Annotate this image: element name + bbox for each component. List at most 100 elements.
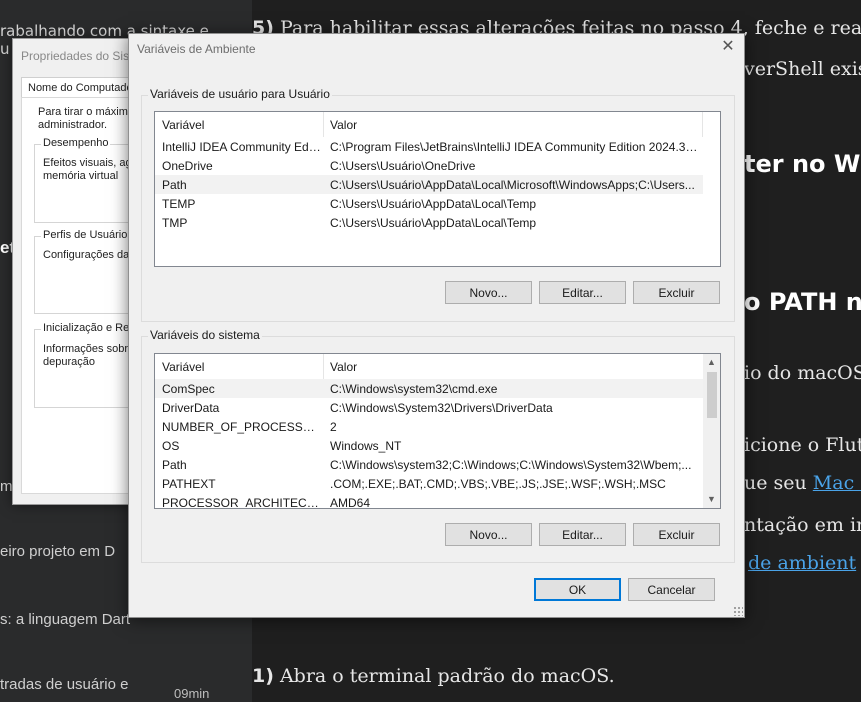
tab-computer-name[interactable]: Nome do Computador bbox=[21, 77, 143, 98]
variable-name: Path bbox=[162, 458, 187, 472]
table-row[interactable]: NUMBER_OF_PROCESSORS 2 bbox=[155, 417, 703, 436]
variable-name: TMP bbox=[162, 216, 188, 230]
variable-value: C:\Windows\system32;C:\Windows;C:\Window… bbox=[330, 458, 692, 472]
table-row-selected[interactable]: ComSpec C:\Windows\system32\cmd.exe bbox=[155, 379, 703, 398]
dialog-title: Propriedades do Sistema bbox=[21, 49, 144, 63]
column-separator[interactable] bbox=[323, 354, 324, 379]
step-text: Abra o terminal padrão do macOS. bbox=[273, 665, 615, 687]
article-step1: 1) Abra o terminal padrão do macOS. bbox=[252, 665, 615, 687]
resize-grip-icon[interactable] bbox=[733, 606, 743, 616]
variable-name: Path bbox=[162, 178, 187, 192]
variable-name: NUMBER_OF_PROCESSORS bbox=[162, 420, 322, 434]
user-new-button[interactable]: Novo... bbox=[445, 281, 532, 304]
user-edit-button[interactable]: Editar... bbox=[539, 281, 626, 304]
dialog-title: Variáveis de Ambiente bbox=[137, 42, 256, 56]
list-header: Variável Valor bbox=[155, 354, 720, 379]
cancel-button[interactable]: Cancelar bbox=[628, 578, 715, 601]
variable-value: AMD64 bbox=[330, 496, 371, 509]
user-variables-list[interactable]: Variável Valor IntelliJ IDEA Community E… bbox=[154, 111, 721, 267]
article-text: ntação em in bbox=[744, 514, 861, 536]
group-line: Informações sobre bbox=[43, 343, 135, 355]
group-label: Perfis de Usuário bbox=[41, 229, 130, 241]
variable-value: C:\Users\Usuário\AppData\Local\Temp bbox=[330, 216, 537, 230]
system-variables-list[interactable]: Variável Valor ComSpec C:\Windows\system… bbox=[154, 353, 721, 509]
group-label: Inicialização e Rec bbox=[41, 322, 137, 334]
system-delete-button[interactable]: Excluir bbox=[633, 523, 720, 546]
article-heading: ter no Wi bbox=[744, 150, 861, 178]
table-row[interactable]: PATHEXT .COM;.EXE;.BAT;.CMD;.VBS;.VBE;.J… bbox=[155, 474, 703, 493]
column-separator[interactable] bbox=[702, 112, 703, 137]
variable-name: OneDrive bbox=[162, 159, 213, 173]
tab-pane: Para tirar o máximo administrador. Desem… bbox=[21, 97, 143, 494]
variable-value: C:\Users\Usuário\OneDrive bbox=[330, 159, 476, 173]
lesson-item[interactable]: tradas de usuário e bbox=[0, 676, 128, 693]
table-row-selected[interactable]: Path C:\Users\Usuário\AppData\Local\Micr… bbox=[155, 175, 703, 194]
variable-value: 2 bbox=[330, 420, 337, 434]
mac-link[interactable]: Mac e bbox=[813, 472, 861, 494]
variable-value: C:\Users\Usuário\AppData\Local\Temp bbox=[330, 197, 537, 211]
variable-name: ComSpec bbox=[162, 382, 215, 396]
variable-value: Windows_NT bbox=[330, 439, 402, 453]
system-properties-dialog: Propriedades do Sistema Nome do Computad… bbox=[12, 38, 144, 505]
group-label: Variáveis do sistema bbox=[148, 328, 262, 342]
step-number: 1) bbox=[252, 665, 274, 687]
variable-value: .COM;.EXE;.BAT;.CMD;.VBS;.VBE;.JS;.JSE;.… bbox=[330, 477, 666, 491]
article-text: icione o Flutt bbox=[744, 434, 861, 456]
group-line: Efeitos visuais, ag bbox=[43, 157, 132, 169]
lesson-duration: 09min bbox=[174, 686, 210, 701]
article-text: io do macOS bbox=[744, 362, 861, 384]
group-label: Variáveis de usuário para Usuário bbox=[148, 87, 332, 101]
variable-name: TEMP bbox=[162, 197, 196, 211]
system-variables-group: Variáveis do sistema Variável Valor ComS… bbox=[141, 328, 735, 563]
variable-name: IntelliJ IDEA Community Edit... bbox=[162, 140, 322, 154]
column-separator[interactable] bbox=[323, 112, 324, 137]
lesson-item[interactable]: s: a linguagem Dart bbox=[0, 611, 130, 628]
column-header-variable[interactable]: Variável bbox=[162, 360, 204, 374]
table-row[interactable]: TMP C:\Users\Usuário\AppData\Local\Temp bbox=[155, 213, 703, 232]
variable-name: PATHEXT bbox=[162, 477, 216, 491]
ok-button[interactable]: OK bbox=[534, 578, 621, 601]
env-vars-link[interactable]: de ambient bbox=[748, 552, 856, 574]
close-icon[interactable]: ✕ bbox=[720, 39, 736, 55]
variable-name: OS bbox=[162, 439, 180, 453]
column-header-value[interactable]: Valor bbox=[330, 118, 357, 132]
column-header-value[interactable]: Valor bbox=[330, 360, 357, 374]
group-line: Configurações da bbox=[43, 249, 130, 261]
group-label: Desempenho bbox=[41, 137, 111, 149]
scrollbar-thumb[interactable] bbox=[707, 372, 717, 418]
variable-value: C:\Windows\System32\Drivers\DriverData bbox=[330, 401, 553, 415]
variable-name: DriverData bbox=[162, 401, 220, 415]
table-row[interactable]: OS Windows_NT bbox=[155, 436, 703, 455]
vertical-scrollbar[interactable]: ▲ ▼ bbox=[703, 354, 720, 508]
system-new-button[interactable]: Novo... bbox=[445, 523, 532, 546]
table-row[interactable]: Path C:\Windows\system32;C:\Windows;C:\W… bbox=[155, 455, 703, 474]
variable-value: C:\Program Files\JetBrains\IntelliJ IDEA… bbox=[330, 140, 698, 154]
tab-label: Nome do Computador bbox=[28, 82, 137, 94]
scroll-up-icon[interactable]: ▲ bbox=[703, 354, 720, 371]
table-row[interactable]: PROCESSOR_ARCHITECTURE AMD64 bbox=[155, 493, 703, 509]
intro-line: Para tirar o máximo bbox=[38, 106, 134, 118]
variable-value: C:\Users\Usuário\AppData\Local\Microsoft… bbox=[330, 178, 695, 192]
table-row[interactable]: IntelliJ IDEA Community Edit... C:\Progr… bbox=[155, 137, 703, 156]
user-variables-group: Variáveis de usuário para Usuário Variáv… bbox=[141, 87, 735, 322]
user-delete-button[interactable]: Excluir bbox=[633, 281, 720, 304]
article-text-prefix: ue seu bbox=[744, 472, 813, 494]
table-row[interactable]: TEMP C:\Users\Usuário\AppData\Local\Temp bbox=[155, 194, 703, 213]
intro-line: administrador. bbox=[38, 119, 108, 131]
group-line: memória virtual bbox=[43, 170, 119, 182]
variable-name: PROCESSOR_ARCHITECTURE bbox=[162, 496, 322, 509]
variable-value: C:\Windows\system32\cmd.exe bbox=[330, 382, 498, 396]
article-text: verShell exis bbox=[744, 58, 861, 80]
system-edit-button[interactable]: Editar... bbox=[539, 523, 626, 546]
lesson-item[interactable]: eiro projeto em D bbox=[0, 543, 115, 560]
list-header: Variável Valor bbox=[155, 112, 720, 137]
article-text: ue seu Mac e bbox=[744, 472, 861, 494]
sidebar-strip-label: m bbox=[0, 478, 13, 495]
column-header-variable[interactable]: Variável bbox=[162, 118, 204, 132]
sidebar-text-line: u bbox=[0, 40, 10, 58]
article-heading: o PATH no bbox=[744, 288, 861, 316]
scroll-down-icon[interactable]: ▼ bbox=[703, 491, 720, 508]
table-row[interactable]: DriverData C:\Windows\System32\Drivers\D… bbox=[155, 398, 703, 417]
group-line: depuração bbox=[43, 356, 95, 368]
table-row[interactable]: OneDrive C:\Users\Usuário\OneDrive bbox=[155, 156, 703, 175]
